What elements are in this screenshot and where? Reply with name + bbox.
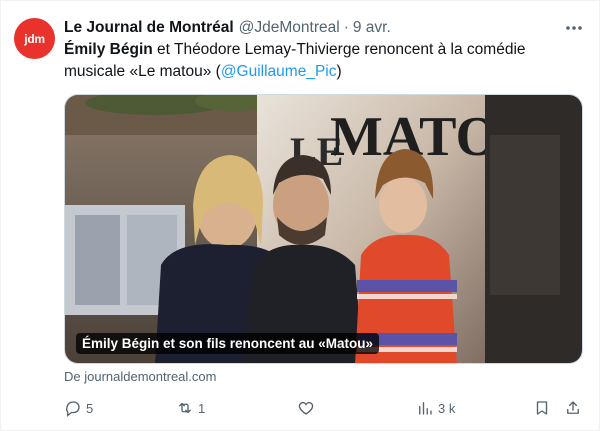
reply-count: 5 — [86, 400, 94, 416]
views-count: 3 k — [438, 400, 456, 416]
card-caption: Émily Bégin et son fils renoncent au «Ma… — [76, 333, 380, 354]
tweet-text-end: ) — [336, 63, 342, 80]
share-button[interactable] — [564, 397, 582, 419]
views-button[interactable]: 3 k — [416, 397, 455, 419]
heart-icon — [298, 401, 314, 415]
retweet-button[interactable]: 1 — [176, 397, 205, 419]
retweet-icon — [179, 402, 191, 414]
tweet[interactable]: jdm Le Journal de Montréal @JdeMontreal … — [0, 0, 600, 431]
link-source[interactable]: De journaldemontreal.com — [64, 369, 216, 384]
author-name[interactable]: Le Journal de Montréal — [64, 19, 234, 37]
mention-link[interactable]: @Guillaume_Pic — [221, 63, 337, 80]
bookmark-button[interactable] — [533, 397, 551, 419]
reply-button[interactable]: 5 — [64, 397, 93, 419]
avatar-text: jdm — [24, 31, 45, 46]
tweet-header: Le Journal de Montréal @JdeMontreal · 9 … — [64, 17, 583, 39]
share-icon — [567, 401, 579, 414]
separator-dot: · — [343, 19, 349, 36]
like-button[interactable] — [297, 397, 319, 419]
tweet-text-bold: Émily Bégin — [64, 41, 153, 58]
avatar[interactable]: jdm — [14, 18, 55, 59]
photo-illustration: LE MATOU — [65, 95, 582, 363]
retweet-count: 1 — [198, 400, 206, 416]
author-handle[interactable]: @JdeMontreal — [239, 19, 340, 37]
bookmark-icon — [536, 401, 548, 415]
more-options-icon[interactable] — [563, 19, 585, 37]
action-bar: 5 1 3 k — [64, 397, 584, 419]
reply-icon — [66, 401, 80, 417]
link-card-image[interactable]: LE MATOU Émily Bégin et son fils renonce… — [64, 94, 583, 364]
bar-chart-icon — [419, 402, 432, 415]
tweet-date[interactable]: 9 avr. — [353, 19, 391, 37]
tweet-text: Émily Bégin et Théodore Lemay-Thivierge … — [64, 39, 574, 83]
